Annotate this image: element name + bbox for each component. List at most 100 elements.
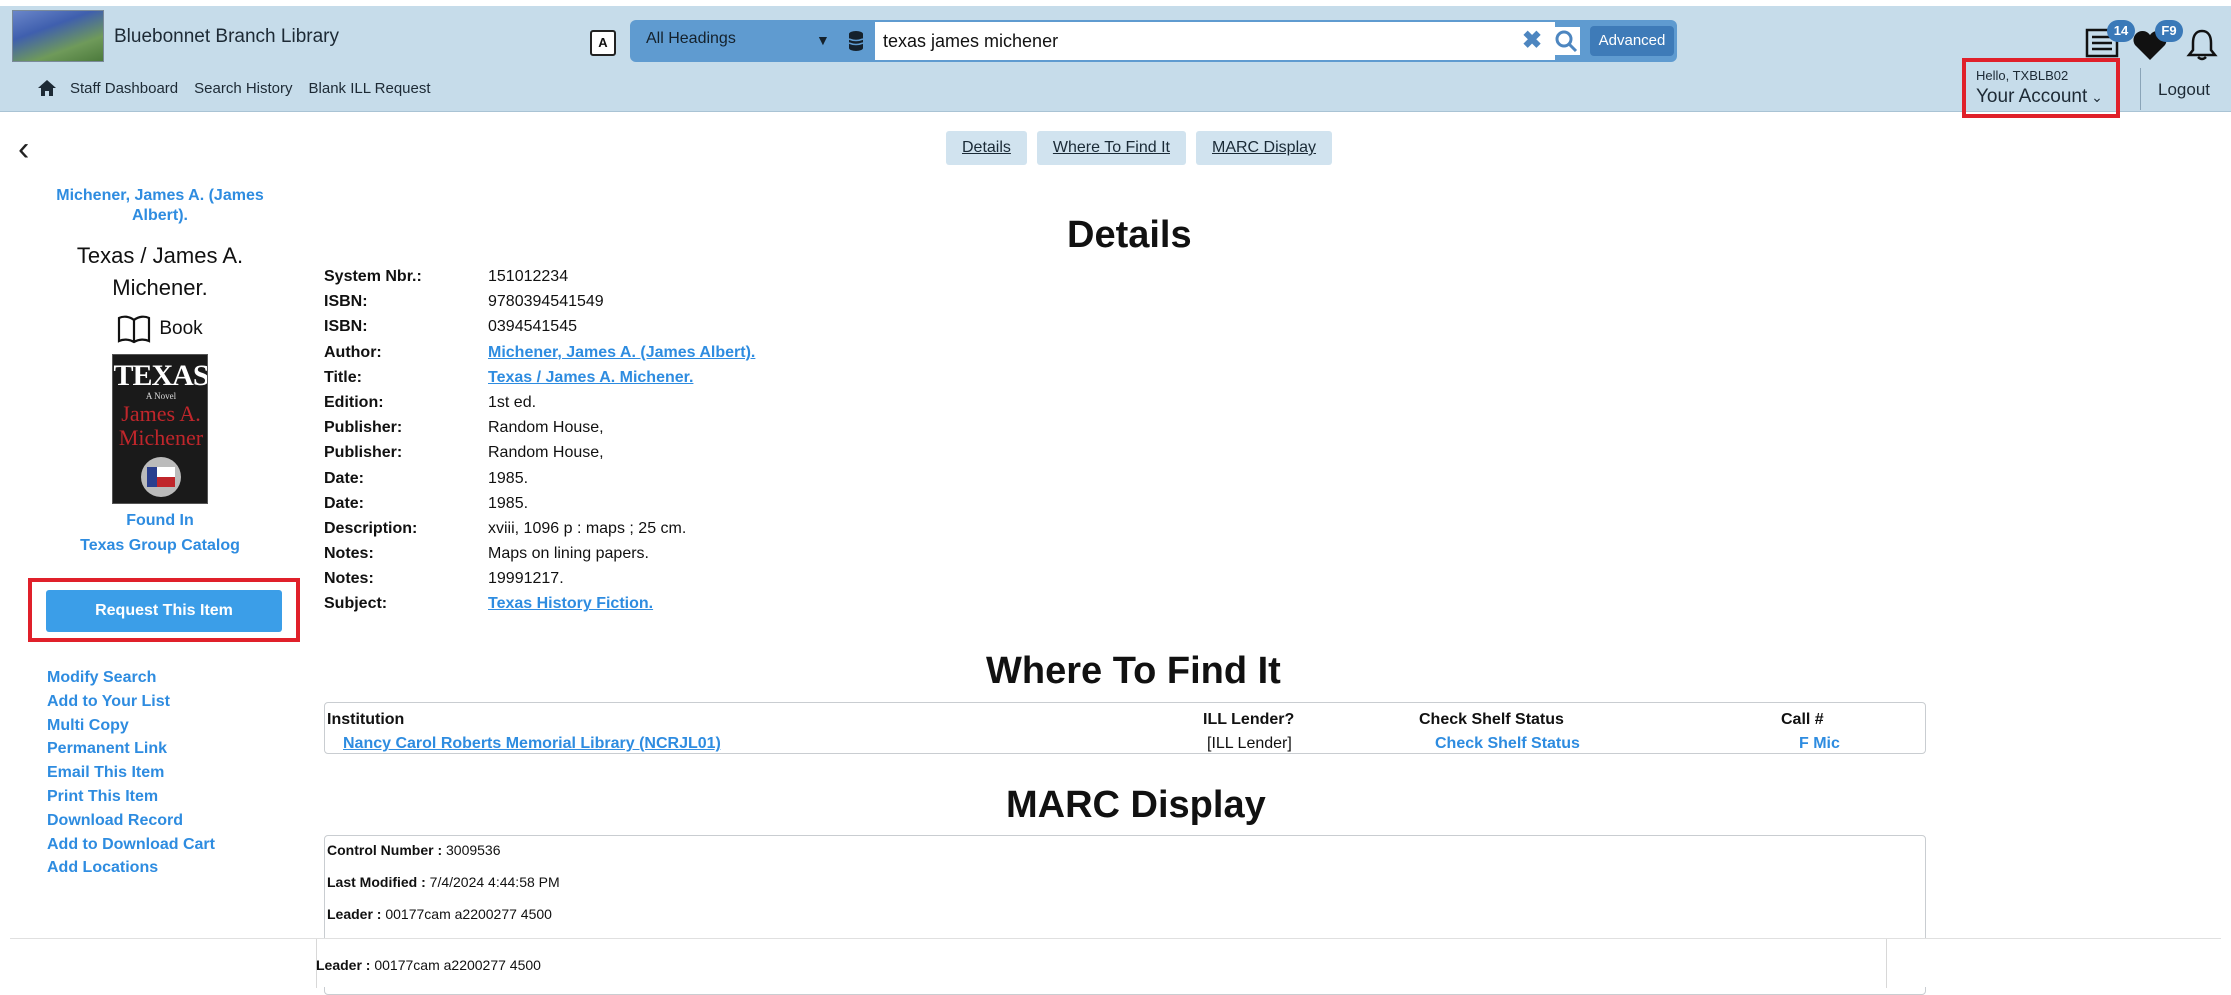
library-name[interactable]: Bluebonnet Branch Library (114, 26, 339, 48)
detail-value: 151012234 (488, 268, 569, 285)
add-locations-link[interactable]: Add Locations (47, 856, 215, 880)
detail-row: ISBN: 0394541545 (324, 318, 755, 343)
detail-row: Description: xviii, 1096 p : maps ; 25 cm… (324, 520, 755, 545)
library-logo[interactable] (12, 10, 104, 62)
detail-row: Title: Texas / James A. Michener. (324, 369, 755, 394)
detail-label: ISBN: (324, 293, 368, 311)
ill-lender-value: [ILL Lender] (1207, 735, 1292, 752)
detail-value: 1st ed. (488, 393, 537, 411)
detail-label: Publisher: (324, 444, 403, 462)
column-header: Institution (327, 711, 405, 728)
left-sidebar: Michener, James A. (James Albert). Texas… (30, 186, 290, 558)
cover-title: TEXAS (113, 359, 208, 392)
found-in-label: Found In (126, 512, 194, 529)
your-account-text: Your Account (1976, 86, 2088, 107)
your-account-label[interactable]: Your Account ⌄ (1976, 86, 2103, 108)
detail-row: Notes: Maps on lining papers. (324, 545, 755, 570)
call-number-link[interactable]: F Mic (1799, 735, 1840, 753)
multi-copy-link[interactable]: Multi Copy (47, 714, 215, 738)
detail-row: Author: Michener, James A. (James Albert)… (324, 344, 755, 369)
detail-label: Title: (324, 368, 362, 386)
marc-value: 00177cam a2200277 4500 (374, 957, 541, 973)
institution-link[interactable]: Nancy Carol Roberts Memorial Library (NC… (343, 735, 721, 753)
detail-row: System Nbr.: 151012234 (324, 268, 755, 293)
detail-label: Edition: (324, 393, 384, 411)
detail-label: Notes: (324, 570, 374, 588)
marc-heading: MARC Display (1006, 784, 1266, 826)
marc-label: Last Modified : (327, 874, 426, 890)
heading-select-value: All Headings (646, 30, 736, 47)
detail-row: Notes: 19991217. (324, 570, 755, 595)
database-icon[interactable] (848, 30, 864, 52)
detail-label: ISBN: (324, 318, 368, 336)
request-item-button[interactable]: Request This Item (46, 590, 282, 632)
marc-label: Control Number : (327, 842, 443, 858)
bell-icon[interactable] (2185, 28, 2219, 62)
column-header: Call # (1781, 711, 1824, 728)
clear-icon[interactable]: ✖ (1518, 27, 1546, 55)
back-arrow-icon[interactable]: ‹ (18, 130, 29, 169)
catalog-link[interactable]: Texas Group Catalog (30, 533, 290, 558)
translate-icon[interactable]: A (590, 30, 616, 56)
hello-text: Hello, TXBLB02 (1976, 68, 2069, 83)
marc-value: 00177cam a2200277 4500 (385, 906, 552, 922)
nav-staff-dashboard[interactable]: Staff Dashboard (70, 80, 178, 97)
section-tabs: Details Where To Find It MARC Display (946, 131, 1333, 165)
where-heading: Where To Find It (986, 650, 1281, 692)
marc-line: Last Modified : 7/4/2024 4:44:58 PM (327, 874, 560, 890)
email-item-link[interactable]: Email This Item (47, 761, 215, 785)
add-to-download-cart-link[interactable]: Add to Download Cart (47, 833, 215, 857)
divider (1886, 939, 1887, 988)
detail-value: 0394541545 (488, 318, 577, 336)
detail-label: Date: (324, 494, 365, 512)
author-link[interactable]: Michener, James A. (James Albert). (30, 186, 290, 226)
detail-row: Publisher: Random House, (324, 444, 755, 469)
detail-row: Publisher: Random House, (324, 419, 755, 444)
detail-label: Date: (324, 469, 365, 487)
account-menu[interactable]: Hello, TXBLB02 Your Account ⌄ (1962, 58, 2120, 118)
cover-author-last: Michener (118, 425, 204, 450)
detail-label: Author: (324, 343, 382, 361)
home-icon[interactable] (36, 78, 58, 98)
request-highlight: Request This Item (28, 578, 300, 642)
tab-details[interactable]: Details (946, 131, 1027, 165)
detail-value: xviii, 1096 p : maps ; 25 cm. (488, 519, 687, 537)
nav-blank-ill-request[interactable]: Blank ILL Request (309, 80, 431, 97)
top-nav: Staff Dashboard Search History Blank ILL… (36, 78, 447, 98)
marc-label: Leader : (327, 906, 382, 922)
detail-row: Date: 1985. (324, 495, 755, 520)
detail-label: Description: (324, 519, 418, 537)
detail-link[interactable]: Michener, James A. (James Albert). (488, 344, 755, 369)
print-item-link[interactable]: Print This Item (47, 785, 215, 809)
modify-search-link[interactable]: Modify Search (47, 666, 215, 690)
permanent-link[interactable]: Permanent Link (47, 737, 215, 761)
tab-where-to-find-it[interactable]: Where To Find It (1036, 131, 1186, 165)
record-title: Texas / James A. Michener. (76, 243, 244, 300)
logout-link[interactable]: Logout (2158, 80, 2210, 100)
check-shelf-status-link[interactable]: Check Shelf Status (1435, 735, 1580, 753)
advanced-search-button[interactable]: Advanced (1590, 26, 1674, 56)
heading-type-select[interactable]: All Headings ▼ (646, 30, 836, 48)
holdings-table: Institution ILL Lender? Check Shelf Stat… (324, 702, 1926, 754)
search-icon[interactable] (1552, 27, 1580, 55)
overlay-strip: Leader : 00177cam a2200277 4500 (10, 938, 2221, 988)
nav-search-history[interactable]: Search History (194, 80, 292, 97)
marc-label: Leader : (316, 957, 371, 973)
detail-row: ISBN: 9780394541549 (324, 293, 755, 318)
cover-author-first: James A. (121, 401, 201, 426)
detail-link[interactable]: Texas History Fiction. (488, 595, 653, 620)
detail-value: Random House, (488, 419, 604, 437)
download-record-link[interactable]: Download Record (47, 809, 215, 833)
detail-link[interactable]: Texas / James A. Michener. (488, 369, 693, 394)
details-list: System Nbr.: 151012234 ISBN: 9780394541549 I… (324, 268, 755, 621)
detail-value: 1985. (488, 494, 529, 512)
search-input[interactable] (875, 22, 1555, 60)
column-header: Check Shelf Status (1419, 711, 1564, 728)
tab-marc-display[interactable]: MARC Display (1196, 131, 1333, 165)
book-cover-image[interactable]: TEXAS A Novel James A. Michener (112, 354, 208, 504)
detail-value: Random House, (488, 444, 604, 462)
marc-value: 7/4/2024 4:44:58 PM (429, 874, 560, 890)
add-to-list-link[interactable]: Add to Your List (47, 690, 215, 714)
detail-value: Maps on lining papers. (488, 545, 649, 563)
action-links: Modify Search Add to Your List Multi Cop… (47, 666, 215, 880)
